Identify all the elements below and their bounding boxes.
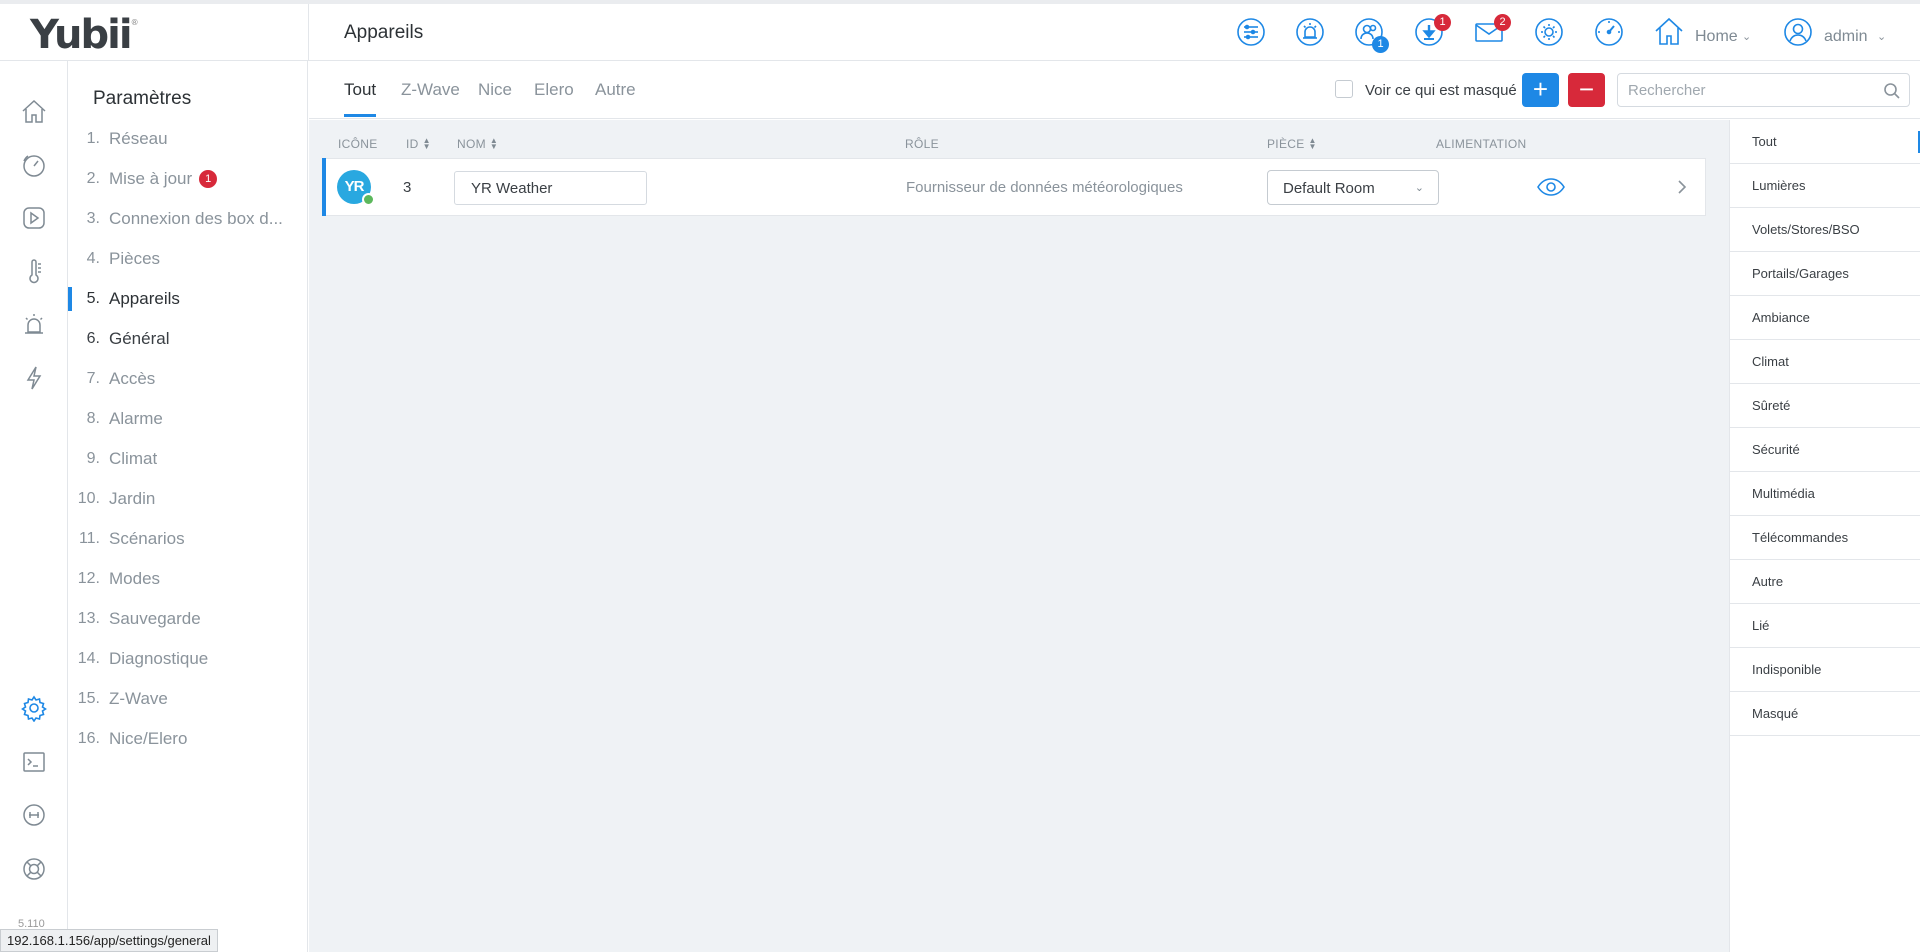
menu-item-sauvegarde[interactable]: 13. Sauvegarde (69, 602, 308, 636)
add-device-button[interactable]: + (1522, 73, 1559, 107)
mail-icon[interactable]: 2 (1469, 12, 1511, 52)
device-role: Fournisseur de données météorologiques (906, 179, 1183, 196)
menu-item-pieces[interactable]: 4. Pièces (69, 242, 308, 276)
top-bar: Yubii® Appareils 1 1 2 Home ⌄ admin ⌄ (0, 0, 1920, 61)
gauge-icon[interactable] (1589, 12, 1629, 52)
settings-gear-icon[interactable] (18, 692, 50, 724)
filter-ambiance[interactable]: Ambiance (1730, 296, 1920, 340)
device-name-input[interactable] (454, 171, 647, 205)
home-icon[interactable] (1649, 12, 1689, 52)
menu-item-reseau[interactable]: 1. Réseau (69, 122, 308, 156)
chevron-right-icon[interactable] (1674, 176, 1690, 198)
dashboard-nav-icon[interactable] (18, 149, 50, 181)
device-id: 3 (403, 179, 412, 196)
tab-elero[interactable]: Elero (534, 80, 574, 114)
tab-tout[interactable]: Tout (344, 80, 377, 117)
tabs-bar: Tout Z-Wave Nice Elero Autre Voir ce qui… (309, 61, 1920, 119)
menu-item-acces[interactable]: 7. Accès (69, 362, 308, 396)
room-select-value: Default Room (1283, 180, 1375, 197)
filter-lie[interactable]: Lié (1730, 604, 1920, 648)
menu-item-alarme[interactable]: 8. Alarme (69, 402, 308, 436)
search-icon[interactable] (1883, 82, 1901, 100)
scenes-play-icon[interactable] (18, 202, 50, 234)
filter-indisponible[interactable]: Indisponible (1730, 648, 1920, 692)
menu-item-nice-elero[interactable]: 16. Nice/Elero (69, 722, 308, 756)
menu-item-jardin[interactable]: 10. Jardin (69, 482, 308, 516)
filter-masque[interactable]: Masqué (1730, 692, 1920, 736)
user-avatar-icon[interactable] (1778, 12, 1818, 52)
sort-icon: ▲ ▼ (1308, 136, 1317, 151)
menu-item-connexion-box[interactable]: 3. Connexion des box d... (69, 202, 308, 236)
download-badge: 1 (1434, 14, 1451, 31)
filter-multimedia[interactable]: Multimédia (1730, 472, 1920, 516)
help-lifebuoy-icon[interactable] (18, 853, 50, 885)
climate-thermometer-icon[interactable] (18, 256, 50, 288)
header-role: RÔLE (905, 137, 939, 151)
filter-surete[interactable]: Sûreté (1730, 384, 1920, 428)
header-icon: ICÔNE (338, 137, 378, 151)
tab-autre[interactable]: Autre (595, 80, 636, 114)
header-id[interactable]: ID ▲ ▼ (406, 136, 431, 152)
header-name[interactable]: NOM ▲ ▼ (457, 136, 499, 152)
menu-item-z-wave[interactable]: 15. Z-Wave (69, 682, 308, 716)
users-icon[interactable]: 1 (1349, 12, 1389, 53)
integrations-icon[interactable] (18, 799, 50, 831)
page-title: Appareils (344, 22, 424, 43)
menu-item-scenarios[interactable]: 11. Scénarios (69, 522, 308, 556)
table-row[interactable]: YR 3 Fournisseur de données météorologiq… (322, 158, 1706, 216)
menu-item-climat[interactable]: 9. Climat (69, 442, 308, 476)
filter-portails-garages[interactable]: Portails/Garages (1730, 252, 1920, 296)
menu-item-mise-a-jour[interactable]: 2. Mise à jour 1 (69, 162, 308, 196)
tab-z-wave[interactable]: Z-Wave (401, 80, 460, 114)
update-badge: 1 (199, 170, 218, 188)
show-hidden-checkbox[interactable] (1335, 80, 1353, 98)
sort-icon: ▲ ▼ (489, 136, 499, 151)
home-nav-icon[interactable] (18, 96, 50, 128)
alarm-nav-icon[interactable] (18, 309, 50, 341)
brightness-icon[interactable] (1529, 12, 1569, 52)
filter-climat[interactable]: Climat (1730, 340, 1920, 384)
home-chevron-down-icon[interactable]: ⌄ (1742, 30, 1751, 43)
status-bar-url: 192.168.1.156/app/settings/general (0, 929, 218, 952)
tab-nice[interactable]: Nice (478, 80, 512, 114)
download-icon[interactable]: 1 (1409, 12, 1451, 52)
energy-bolt-icon[interactable] (18, 362, 50, 394)
category-filter-panel: Tout Lumières Volets/Stores/BSO Portails… (1729, 120, 1920, 952)
visibility-eye-icon[interactable] (1536, 174, 1566, 200)
header-room[interactable]: PIÈCE ▲ ▼ (1267, 136, 1317, 152)
dashboard-list-icon[interactable] (1231, 12, 1271, 52)
settings-menu: Paramètres 1. Réseau 2. Mise à jour 1 3. Con… (68, 61, 308, 952)
devices-table-area: ICÔNE ID ▲ ▼ NOM ▲ ▼ RÔLE PIÈCE ▲ ▼ ALIMENTATI… (309, 120, 1729, 952)
filter-autre[interactable]: Autre (1730, 560, 1920, 604)
show-hidden-label[interactable]: Voir ce qui est masqué (1365, 82, 1517, 99)
header-power: ALIMENTATION (1436, 137, 1527, 151)
menu-item-appareils[interactable]: 5. Appareils (68, 282, 308, 316)
terminal-icon[interactable] (18, 746, 50, 778)
home-selector-label[interactable]: Home (1695, 28, 1738, 46)
alarm-siren-icon[interactable] (1290, 12, 1330, 52)
menu-item-general[interactable]: 6. Général (69, 322, 308, 356)
icon-rail: 5.110 (0, 61, 68, 952)
search-box (1617, 73, 1910, 107)
filter-securite[interactable]: Sécurité (1730, 428, 1920, 472)
user-chevron-down-icon[interactable]: ⌄ (1877, 30, 1886, 43)
filter-lumieres[interactable]: Lumières (1730, 164, 1920, 208)
remove-device-button[interactable]: − (1568, 73, 1605, 107)
yubii-logo[interactable]: Yubii® (30, 12, 139, 58)
search-input[interactable] (1628, 80, 1868, 100)
user-menu-label[interactable]: admin (1824, 28, 1868, 46)
sort-icon: ▲ ▼ (422, 136, 431, 151)
mail-badge: 2 (1494, 14, 1511, 31)
settings-menu-title: Paramètres (93, 88, 192, 109)
chevron-down-icon: ⌄ (1414, 182, 1424, 194)
menu-item-diagnostique[interactable]: 14. Diagnostique (69, 642, 308, 676)
device-ok-status-icon (362, 193, 375, 206)
menu-item-modes[interactable]: 12. Modes (69, 562, 308, 596)
filter-telecommandes[interactable]: Télécommandes (1730, 516, 1920, 560)
top-divider (308, 4, 309, 61)
filter-volets-stores-bso[interactable]: Volets/Stores/BSO (1730, 208, 1920, 252)
users-badge: 1 (1372, 36, 1389, 53)
room-select[interactable]: Default Room ⌄ (1267, 170, 1439, 205)
filter-tout[interactable]: Tout (1730, 120, 1920, 164)
